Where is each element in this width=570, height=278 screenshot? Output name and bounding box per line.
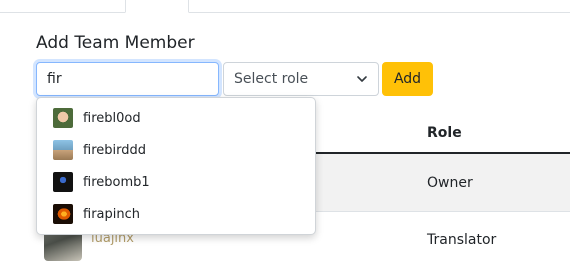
suggestion-item[interactable]: firapinch [37,198,315,230]
add-button[interactable]: Add [382,62,433,96]
role-select[interactable]: Select role [223,62,379,96]
role-cell: Owner [427,175,473,191]
suggestion-name: firebomb1 [83,174,150,190]
avatar [53,140,73,160]
tab-active[interactable] [125,0,189,13]
suggestion-name: firebirddd [83,142,146,158]
suggestion-item[interactable]: firebl0od [37,102,315,134]
role-cell: Translator [427,232,497,248]
avatar [53,204,73,224]
tab-bar [0,0,570,13]
column-header-role: Role [427,125,462,141]
chevron-down-icon [357,76,367,82]
suggestion-name: firapinch [83,206,140,222]
autocomplete-dropdown: firebl0od firebirddd firebomb1 firapinch [36,97,316,235]
suggestion-name: firebl0od [83,110,141,126]
section-heading: Add Team Member [36,33,195,53]
role-select-value: Select role [234,71,309,87]
avatar [53,172,73,192]
suggestion-item[interactable]: firebirddd [37,134,315,166]
member-search-input[interactable] [36,62,219,96]
avatar [53,108,73,128]
suggestion-item[interactable]: firebomb1 [37,166,315,198]
